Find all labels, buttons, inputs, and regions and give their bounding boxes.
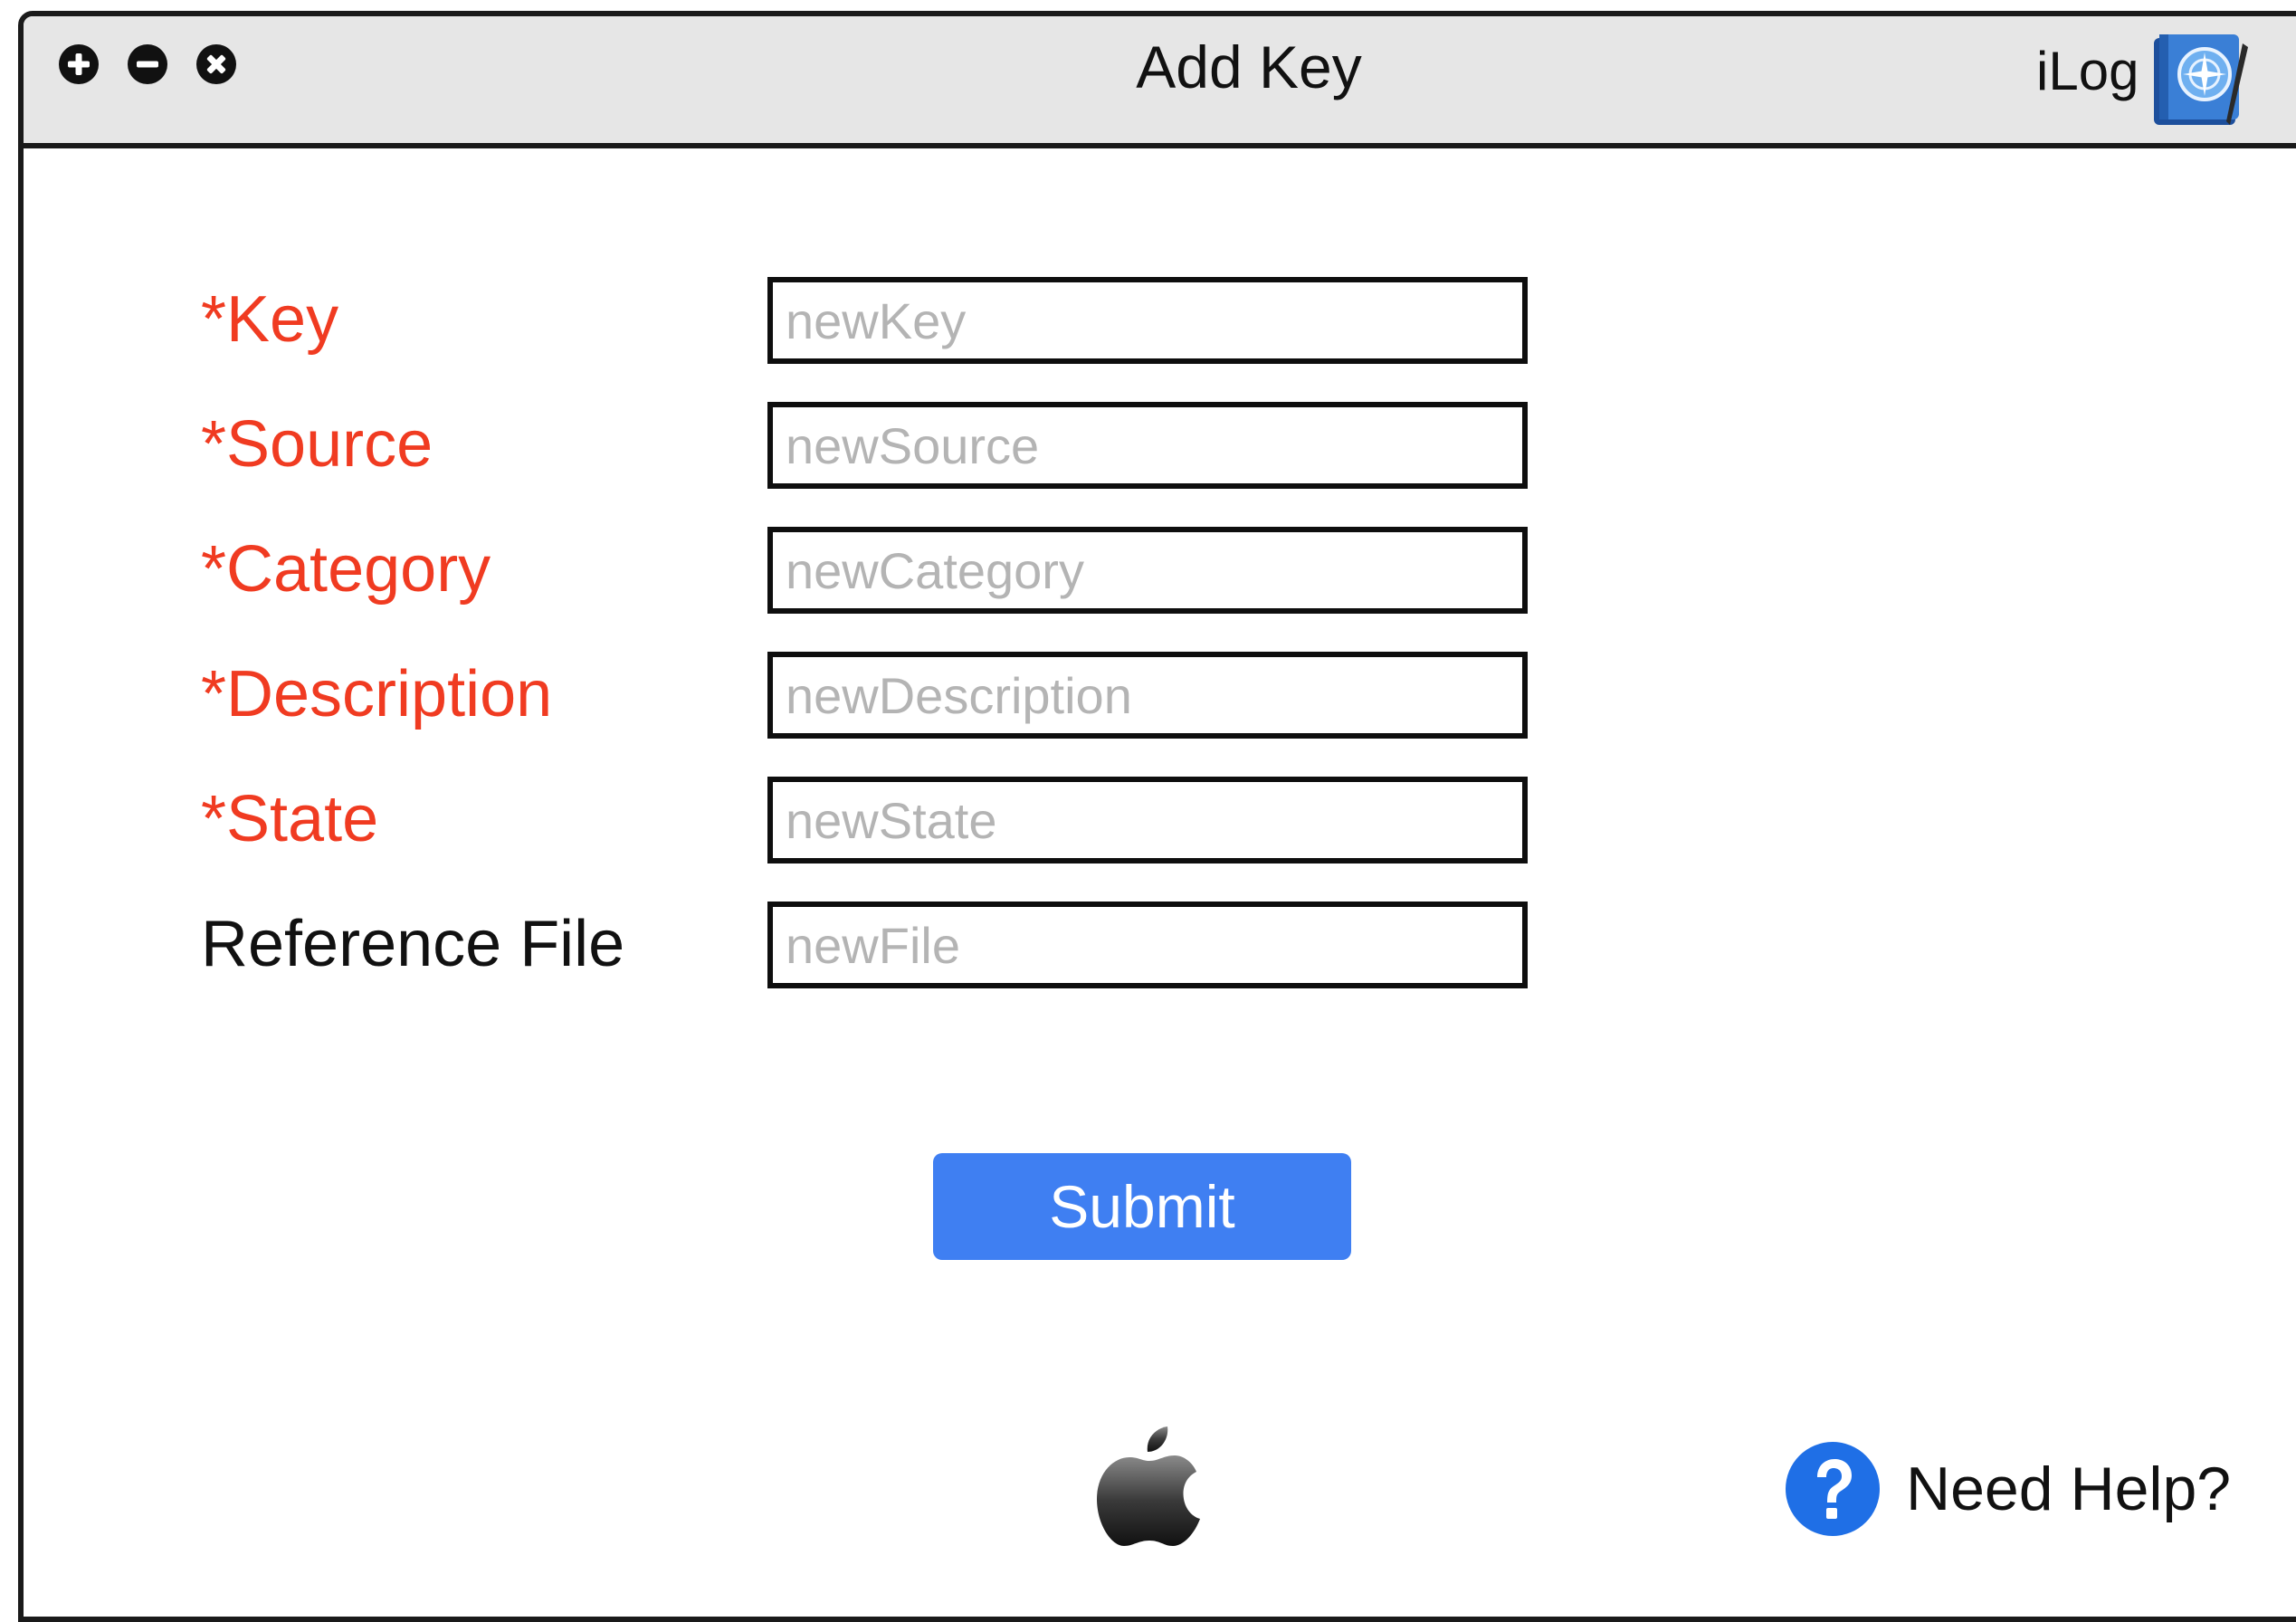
app-name: iLog [2036, 41, 2139, 101]
description-label: *Description [201, 658, 553, 730]
key-label: *Key [201, 283, 339, 356]
reference-file-label: Reference File [201, 908, 625, 980]
need-help-link[interactable]: Need Help? [1906, 1454, 2231, 1524]
state-label: *State [201, 783, 379, 855]
source-input[interactable]: newSource [767, 402, 1528, 489]
submit-button[interactable]: Submit [933, 1153, 1351, 1260]
ilog-logo-icon [2154, 34, 2248, 125]
description-input[interactable]: newDescription [767, 652, 1528, 739]
help-icon[interactable] [1783, 1439, 1882, 1539]
category-label: *Category [201, 533, 491, 606]
window-title: Add Key [1136, 33, 1362, 100]
source-label: *Source [201, 408, 433, 481]
reference-file-input[interactable]: newFile [767, 902, 1528, 988]
category-input[interactable]: newCategory [767, 527, 1528, 614]
apple-logo-icon [1097, 1426, 1200, 1546]
key-input[interactable]: newKey [767, 277, 1528, 364]
state-input[interactable]: newState [767, 777, 1528, 863]
